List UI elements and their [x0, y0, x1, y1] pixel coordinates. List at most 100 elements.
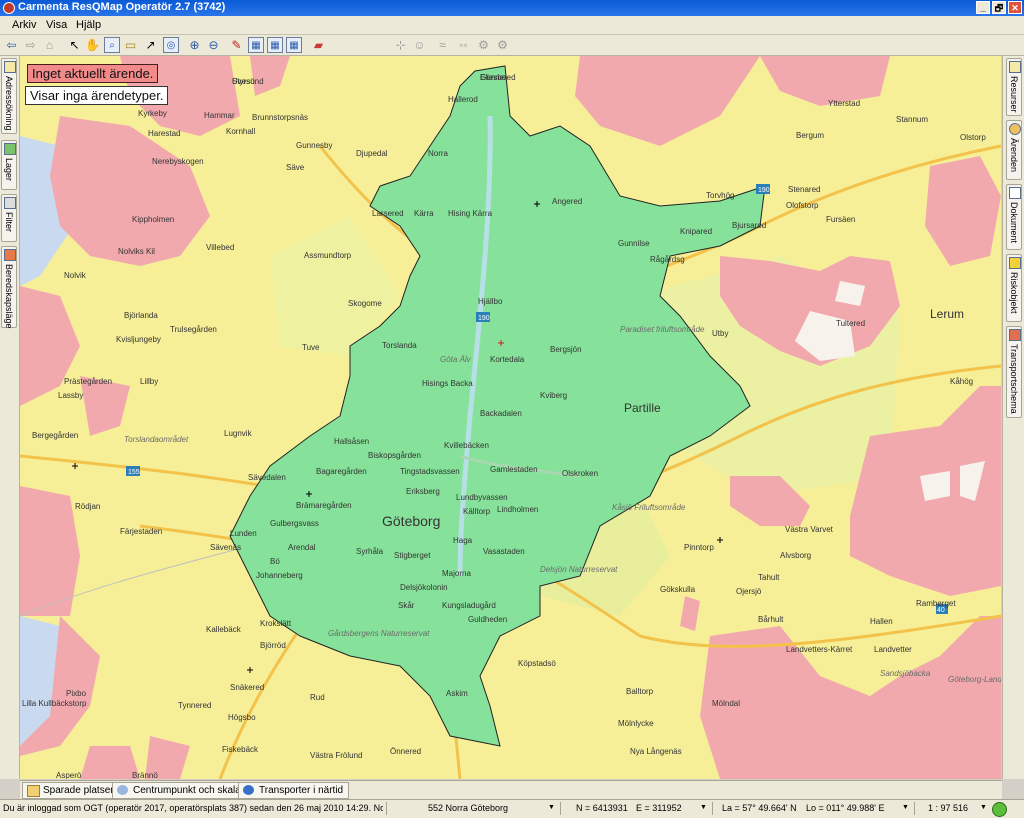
- map-label: Pixbo: [66, 689, 87, 698]
- map-label: Kvillebäcken: [444, 441, 489, 450]
- tab-label: Resurser: [1009, 76, 1019, 113]
- window-title: Carmenta ResQMap Operatör 2.7 (3742): [18, 1, 226, 13]
- eraser-icon[interactable]: ▰: [310, 36, 327, 53]
- map-label: Balltorp: [626, 687, 654, 696]
- zoom-area-icon[interactable]: ⌕: [104, 37, 120, 53]
- tab-dokument[interactable]: Dokument: [1006, 184, 1022, 250]
- map-label: Kornhall: [226, 127, 256, 136]
- map-label: Kallebäck: [206, 625, 242, 634]
- document-icon: [1009, 187, 1021, 199]
- tab-sparade-platser[interactable]: Sparade platser: [22, 782, 120, 799]
- map-label: Krokslätt: [260, 619, 292, 628]
- bottom-tabs: Sparade platser Centrumpunkt och skala T…: [20, 780, 1002, 799]
- radio-icon[interactable]: ≈: [434, 36, 451, 53]
- east-coordinate: E = 311952: [636, 803, 682, 813]
- tab-beredskapslage[interactable]: Beredskapsläge: [1, 246, 17, 329]
- pointer-icon[interactable]: ↖: [66, 36, 83, 53]
- map-label: Prästegården: [64, 377, 112, 386]
- map-label: Norra: [428, 149, 449, 158]
- pan-hand-icon[interactable]: ✋: [84, 36, 101, 53]
- map-label: Bagaregården: [316, 467, 367, 476]
- dropdown-arrow-icon[interactable]: ▼: [700, 804, 707, 811]
- toolbar: ⇦ ⇨ ⌂ ↖ ✋ ⌕ ▭ ↗ ◎ ⊕ ⊖ ✎ ▦ ▦ ▦ ▰ ⊹ ☺ ≈ ◦◦…: [0, 35, 1024, 56]
- map-label: Brännö: [132, 771, 158, 779]
- map-canvas[interactable]: GöteborgPartilleLerumUvesund EllesboKyrke…: [20, 56, 1001, 779]
- city-label: Göteborg: [382, 513, 440, 529]
- map-label-large: Lerum: [930, 307, 964, 321]
- layer-c-icon[interactable]: ▦: [286, 37, 302, 53]
- map-label-italic: Sandsjöbacka: [880, 669, 931, 678]
- tab-resurser[interactable]: Resurser: [1006, 58, 1022, 116]
- map-label: Haga: [453, 536, 473, 545]
- arrow-tool-icon[interactable]: ↗: [142, 36, 159, 53]
- map-label: Tynnered: [178, 701, 211, 710]
- settings-icon-2[interactable]: ⚙: [494, 36, 511, 53]
- map-label: Björröd: [260, 641, 286, 650]
- map-label: Säve: [286, 163, 305, 172]
- map-label: Kortedala: [490, 355, 525, 364]
- map-label: Högsbo: [228, 713, 256, 722]
- tab-centrumpunkt[interactable]: Centrumpunkt och skala: [112, 782, 247, 799]
- map-label: Johanneberg: [256, 571, 303, 580]
- map-label-italic: Göteborg-Landvetter Airport: [948, 675, 1001, 684]
- minimize-button[interactable]: _: [976, 1, 990, 14]
- menu-arkiv[interactable]: Arkiv: [12, 19, 36, 31]
- layer-b-icon[interactable]: ▦: [267, 37, 283, 53]
- tab-transportschema[interactable]: Transportschema: [1006, 326, 1022, 418]
- tab-arenden[interactable]: Ärenden: [1006, 120, 1022, 180]
- tab-label: Dokument: [1009, 202, 1019, 244]
- tab-riskobjekt[interactable]: Riskobjekt: [1006, 254, 1022, 322]
- draw-icon[interactable]: ✎: [228, 36, 245, 53]
- back-icon[interactable]: ⇦: [3, 36, 20, 53]
- map-label: Trulsegården: [170, 325, 217, 334]
- area-field[interactable]: 552 Norra Göteborg: [428, 803, 508, 813]
- layer-a-icon[interactable]: ▦: [248, 37, 264, 53]
- map-label: Gunnesby: [296, 141, 332, 150]
- map-label: Kungsladugård: [442, 601, 496, 610]
- zoom-out-icon[interactable]: ⊖: [205, 36, 222, 53]
- latitude: La = 57° 49.664' N: [722, 803, 797, 813]
- tab-label: Lager: [4, 158, 14, 182]
- menu-hjalp[interactable]: Hjälp: [76, 19, 101, 31]
- road-shield-label: 190: [478, 315, 490, 322]
- unit-icon[interactable]: ☺: [411, 36, 428, 53]
- login-status: Du är inloggad som OGT (operatör 2017, o…: [3, 803, 383, 813]
- map-label: Delsjökolonin: [400, 583, 448, 592]
- map-label: Nerebyskogen: [152, 157, 204, 166]
- map-label: Skogome: [348, 299, 382, 308]
- connection-status-icon: [992, 802, 1007, 817]
- map-view[interactable]: Göteborg Partille Lerum Uvesund Ellesbo Kyrke…: [20, 56, 1001, 779]
- dropdown-arrow-icon[interactable]: ▼: [902, 804, 909, 811]
- tab-label: Transporter i närtid: [259, 785, 344, 796]
- close-button[interactable]: ✕: [1008, 1, 1022, 14]
- map-label: Nolviks Kil: [118, 247, 155, 256]
- tab-adressokning[interactable]: Adressökning: [1, 58, 17, 134]
- map-label: Torvhög: [706, 191, 734, 200]
- zoom-in-icon[interactable]: ⊕: [186, 36, 203, 53]
- overview-icon[interactable]: ◎: [163, 37, 179, 53]
- map-label: Kyrkeby: [138, 109, 167, 118]
- settings-icon[interactable]: ⚙: [475, 36, 492, 53]
- restore-button[interactable]: 🗗: [992, 1, 1006, 14]
- map-label-italic: Kåsjö Friluftsområde: [612, 503, 686, 512]
- menu-visa[interactable]: Visa: [46, 19, 67, 31]
- tab-lager[interactable]: Lager: [1, 140, 17, 190]
- dropdown-arrow-icon[interactable]: ▼: [548, 804, 555, 811]
- map-label: Köpstadsö: [518, 659, 556, 668]
- group-icon[interactable]: ◦◦: [455, 36, 472, 53]
- map-label: Sävedalen: [248, 473, 286, 482]
- map-label: Mölndal: [712, 699, 740, 708]
- tab-transporter[interactable]: Transporter i närtid: [238, 782, 350, 799]
- map-label: Majorna: [442, 569, 471, 578]
- home-icon[interactable]: ⌂: [41, 36, 58, 53]
- forward-icon[interactable]: ⇨: [22, 36, 39, 53]
- map-label: Skår: [398, 601, 415, 610]
- ruler-icon[interactable]: ▭: [122, 36, 139, 53]
- status-bar: Du är inloggad som OGT (operatör 2017, o…: [0, 799, 1024, 818]
- route-icon[interactable]: ⊹: [392, 36, 409, 53]
- dropdown-arrow-icon[interactable]: ▼: [980, 804, 987, 811]
- tab-filter[interactable]: Filter: [1, 194, 17, 242]
- map-label: Önnered: [390, 747, 421, 756]
- map-label: Bergsjön: [550, 345, 582, 354]
- map-label: Västra Frölund: [310, 751, 362, 760]
